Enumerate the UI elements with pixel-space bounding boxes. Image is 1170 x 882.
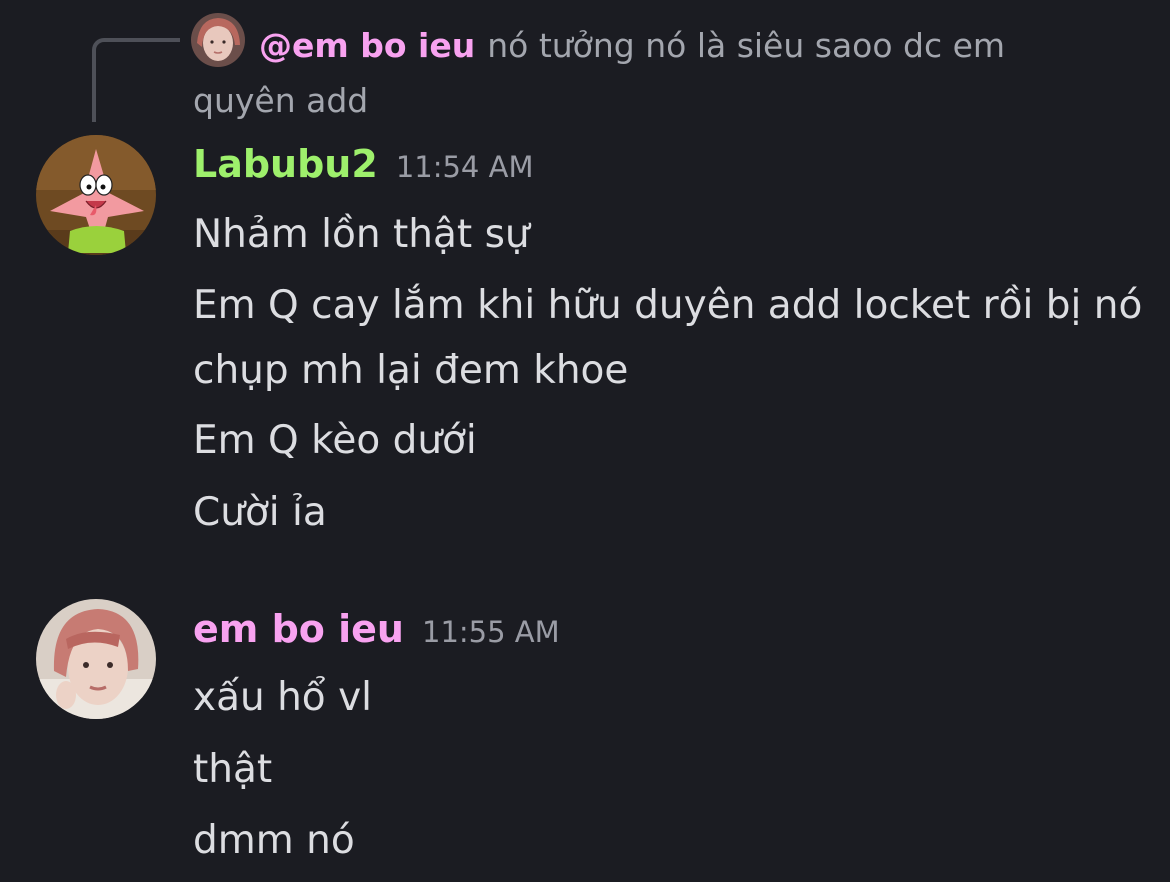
message-timestamp: 11:55 AM (422, 615, 560, 649)
author-avatar-em-bo-ieu[interactable] (36, 599, 156, 719)
message-line: Nhảm lồn thật sự (193, 212, 530, 257)
message-line: xấu hổ vl (193, 675, 372, 720)
girl-portrait-avatar-icon (36, 599, 156, 719)
message-line: dmm nó (193, 818, 355, 863)
message-line: Cười ỉa (193, 490, 327, 535)
message-timestamp: 11:54 AM (395, 150, 534, 184)
author-name[interactable]: em bo ieu (193, 607, 404, 651)
message-line: thật (193, 747, 273, 792)
message-line: Em Q kèo dưới (193, 418, 477, 463)
message-header-2: em bo ieu 11:55 AM (193, 607, 560, 651)
reply-connector-line (92, 38, 180, 122)
author-name[interactable]: Labubu2 (193, 142, 378, 186)
reply-author-name[interactable]: @em bo ieu (259, 26, 475, 65)
message-line: Em Q cay lắm khi hữu duyên add locket rồ… (193, 283, 1143, 393)
patrick-star-avatar-icon (36, 135, 156, 255)
message-header-1: Labubu2 11:54 AM (193, 142, 533, 186)
reply-preview[interactable]: @em bo ieu nó tưởng nó là siêu saoo dc em… (193, 18, 1073, 128)
author-avatar-labubu2[interactable] (36, 135, 156, 255)
